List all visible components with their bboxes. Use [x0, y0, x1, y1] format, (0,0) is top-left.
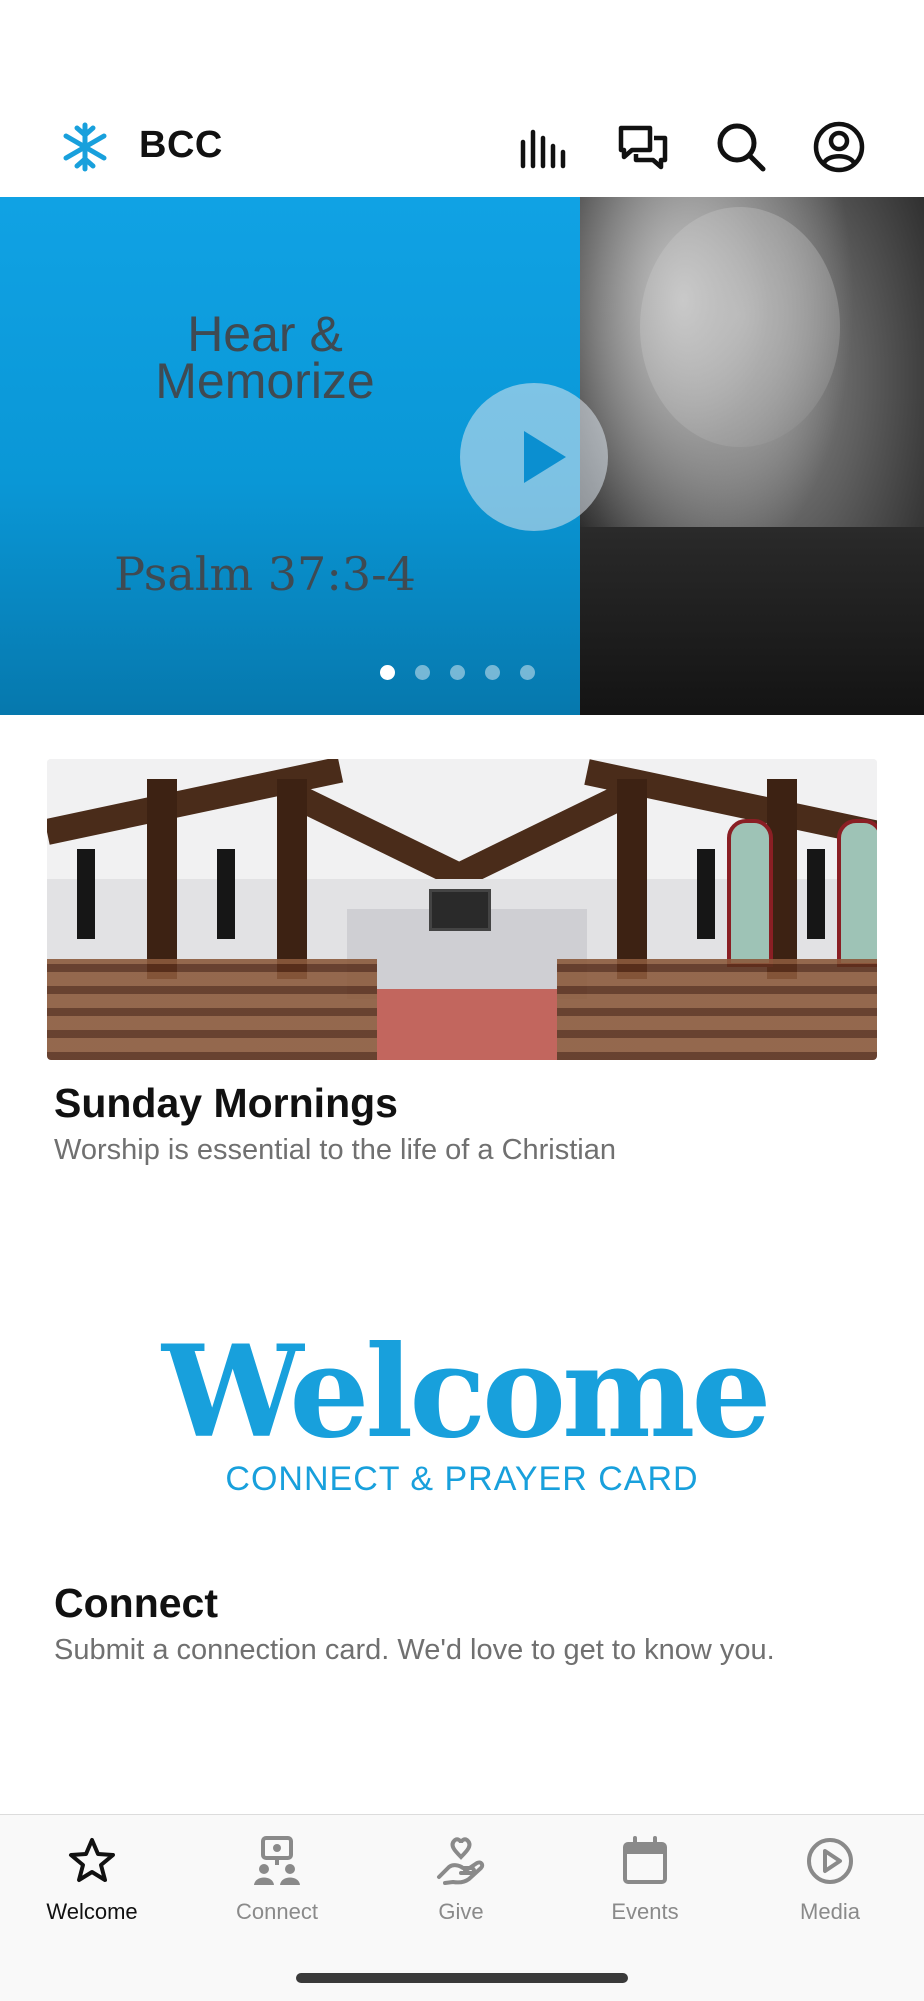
- live-audio-icon[interactable]: [516, 120, 570, 174]
- carousel-dot-2[interactable]: [415, 665, 430, 680]
- tab-label-give: Give: [438, 1899, 484, 1924]
- tab-welcome[interactable]: Welcome: [17, 1835, 167, 1925]
- connect-people-icon: [254, 1836, 300, 1885]
- hero-carousel[interactable]: Hear & Memorize Psalm 37:3-4: [0, 197, 924, 715]
- tab-label-events: Events: [611, 1899, 679, 1924]
- tab-events[interactable]: Events: [570, 1835, 720, 1925]
- tab-connect[interactable]: Connect: [202, 1835, 352, 1925]
- profile-icon[interactable]: [812, 120, 866, 174]
- carousel-dot-1[interactable]: [380, 665, 395, 680]
- play-circle-icon: [807, 1838, 853, 1884]
- app-header: BCC: [0, 100, 924, 196]
- card-subtitle-sunday-mornings: Worship is essential to the life of a Ch…: [54, 1134, 617, 1166]
- carousel-dot-5[interactable]: [520, 665, 535, 680]
- star-icon: [69, 1838, 115, 1882]
- welcome-graphic-subline: CONNECT & PRAYER CARD: [225, 1460, 699, 1498]
- snowflake-logo-icon: [60, 122, 110, 172]
- carousel-pagination: [380, 665, 535, 685]
- play-icon: [524, 431, 566, 483]
- hero-verse: Psalm 37:3-4: [114, 547, 416, 601]
- play-button[interactable]: [460, 383, 608, 531]
- tab-label-connect: Connect: [236, 1899, 318, 1924]
- hero-speaker-photo: [580, 197, 924, 715]
- calendar-icon: [623, 1836, 667, 1884]
- tab-media[interactable]: Media: [755, 1835, 905, 1925]
- hero-title-line2: Memorize: [155, 353, 375, 409]
- tab-label-welcome: Welcome: [46, 1899, 138, 1924]
- give-hand-heart-icon: [437, 1837, 485, 1885]
- carousel-dot-3[interactable]: [450, 665, 465, 680]
- home-indicator[interactable]: [296, 1973, 628, 1983]
- card-title-sunday-mornings[interactable]: Sunday Mornings: [54, 1080, 398, 1127]
- search-icon[interactable]: [714, 120, 768, 174]
- card-title-connect[interactable]: Connect: [54, 1580, 218, 1627]
- sunday-mornings-image[interactable]: [47, 759, 877, 1060]
- tab-give[interactable]: Give: [386, 1835, 536, 1925]
- card-subtitle-connect: Submit a connection card. We'd love to g…: [54, 1634, 775, 1666]
- carousel-dot-4[interactable]: [485, 665, 500, 680]
- app-title: BCC: [139, 124, 223, 166]
- tab-label-media: Media: [800, 1899, 860, 1924]
- chat-icon[interactable]: [616, 120, 670, 174]
- welcome-graphic-headline[interactable]: Welcome: [162, 1322, 772, 1462]
